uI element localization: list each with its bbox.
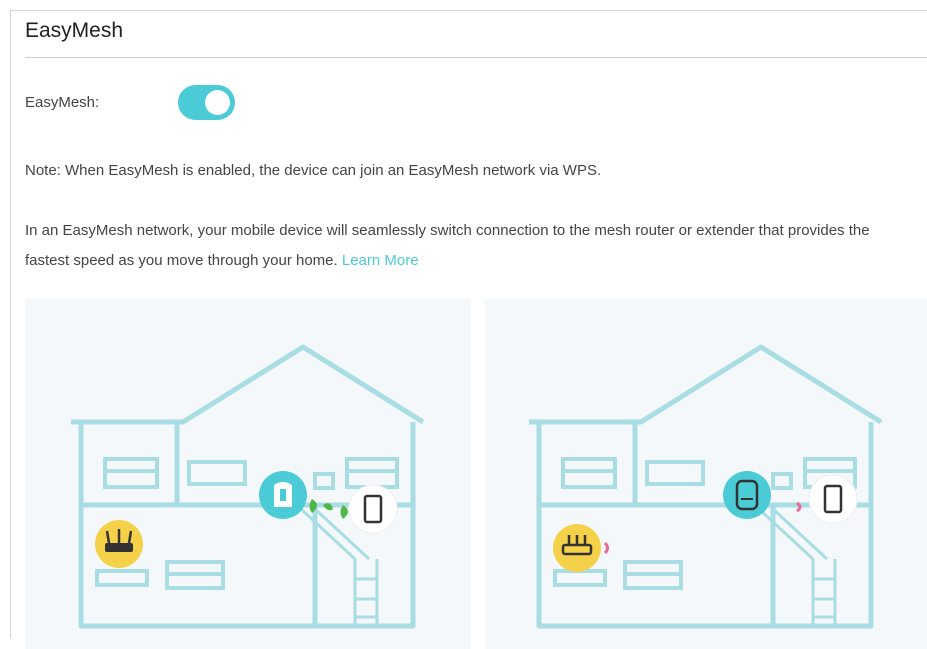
easymesh-panel: EasyMesh EasyMesh: Note: When EasyMesh i… <box>10 10 927 649</box>
learn-more-link[interactable]: Learn More <box>342 252 419 269</box>
phone-icon <box>808 474 858 524</box>
easymesh-label: EasyMesh: <box>25 94 100 111</box>
phone-icon <box>348 484 398 534</box>
extender-icon <box>259 471 307 519</box>
note-text: Note: When EasyMesh is enabled, the devi… <box>25 162 602 179</box>
description: In an EasyMesh network, your mobile devi… <box>25 216 915 276</box>
router-icon <box>95 520 143 568</box>
mesh-unit-icon <box>723 471 771 519</box>
description-text: In an EasyMesh network, your mobile devi… <box>25 222 870 269</box>
router-icon <box>553 524 609 572</box>
header-divider <box>25 57 927 58</box>
toggle-knob <box>205 90 230 115</box>
house-illustration-extender <box>25 299 471 649</box>
house-illustration-mesh <box>485 299 927 649</box>
section-title: EasyMesh <box>25 19 124 42</box>
easymesh-toggle[interactable] <box>178 85 235 120</box>
